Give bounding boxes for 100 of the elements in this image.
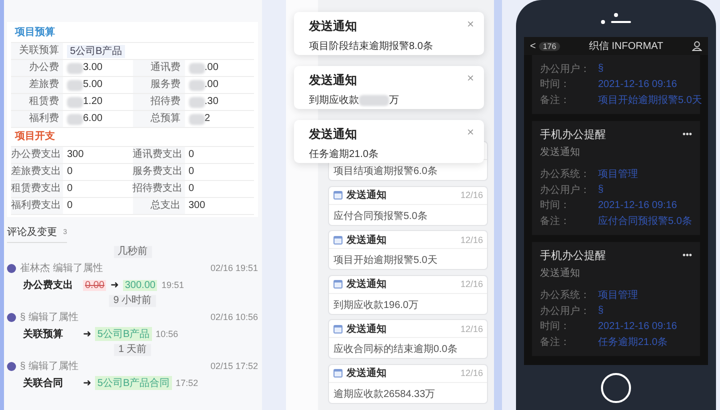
field-value: 0 — [188, 165, 194, 179]
field-value: .00 — [204, 61, 218, 75]
home-button[interactable] — [601, 373, 631, 403]
time-ago-chip: 9 小时前 — [109, 295, 156, 307]
card-message: 到期应收款196.0万 — [332, 298, 420, 312]
field-value: 300 — [67, 148, 84, 162]
message-title: 手机办公提醒 — [540, 128, 606, 142]
changed-field: 关联合同 — [23, 376, 79, 390]
field-value: 0 — [67, 199, 73, 213]
field-label: 福利费支出 — [11, 198, 63, 215]
field-label: 通讯费 — [132, 60, 184, 77]
linked-tag: 5公司B产品 — [67, 44, 126, 58]
unread-badge: 176 — [538, 42, 560, 50]
card-message: 项目结项逾期报警6.0条 — [332, 164, 438, 178]
field-value: 300 — [188, 199, 206, 213]
field-value: 任务逾期21.0条 — [598, 336, 668, 349]
activity-text: § 编辑了属性 — [20, 360, 80, 373]
activity-text: § 编辑了属性 — [20, 310, 80, 324]
time-ago-chip: 几秒前 — [114, 246, 152, 258]
field-value: 0 — [188, 148, 194, 162]
new-value: 300.00 — [122, 280, 158, 290]
field-value: § — [598, 63, 604, 74]
toast-title: 发送通知 — [309, 126, 357, 143]
field-value: § — [598, 184, 604, 196]
card-date: 12/16 — [460, 190, 483, 200]
field-label: 福利费 — [11, 111, 63, 128]
camera-icon — [614, 13, 618, 17]
field-value: .30 — [204, 95, 218, 109]
timestamp: 02/16 10:56 — [210, 312, 258, 322]
field-label: 服务费支出 — [132, 164, 184, 181]
message-subtitle: 发送通知 — [540, 146, 581, 158]
back-button[interactable]: < — [530, 40, 536, 52]
field-value: 0 — [67, 182, 73, 196]
field-label: 时间： — [540, 320, 571, 334]
field-label: 总预算 — [132, 111, 184, 128]
comments-tab[interactable]: 评论及变更 — [7, 225, 57, 239]
calendar-icon — [333, 190, 344, 200]
field-value: 项目管理 — [598, 168, 638, 182]
field-label: 关联预算 — [11, 43, 63, 60]
card-date: 12/16 — [460, 234, 483, 244]
timestamp: 02/16 19:51 — [210, 263, 258, 273]
toast-message: 到期应收款 — [309, 94, 359, 107]
timestamp: 10:56 — [156, 329, 178, 339]
section-title: 项目预算 — [14, 26, 56, 40]
field-label: 时间： — [540, 198, 571, 212]
field-value: 1.20 — [83, 95, 102, 109]
field-label: 办公用户： — [540, 62, 591, 76]
field-label: 办公系统： — [540, 168, 591, 182]
field-label: 招待费 — [132, 94, 184, 111]
speaker-icon — [601, 20, 631, 24]
timestamp: 02/15 17:52 — [210, 361, 258, 371]
field-value: 0 — [67, 165, 73, 179]
field-value: 2021-12-16 09:16 — [598, 78, 677, 90]
field-value: 项目管理 — [598, 289, 638, 302]
field-value: 3.00 — [83, 61, 102, 75]
arrow-icon: ➜ — [83, 378, 92, 388]
field-label: 总支出 — [132, 198, 184, 215]
card-message: 逾期应收款26584.33万 — [332, 388, 436, 400]
card-title: 发送通知 — [346, 366, 388, 380]
field-label: 办公费 — [11, 60, 63, 77]
card-message: 项目开始逾期报警5.0天 — [332, 254, 438, 267]
card-title: 发送通知 — [346, 188, 388, 202]
card-message: 应收合同标的结束逾期0.0条 — [332, 342, 458, 356]
card-date: 12/16 — [460, 368, 483, 378]
activity-text: 崔林杰 编辑了属性 — [20, 262, 104, 275]
field-label: 办公用户： — [540, 304, 591, 318]
toast-title: 发送通知 — [309, 72, 357, 89]
calendar-icon — [333, 368, 344, 378]
card-date: 12/16 — [460, 324, 483, 334]
calendar-icon — [333, 324, 344, 334]
card-message: 应付合同预报警5.0条 — [332, 210, 428, 222]
toast-message-end: 万 — [389, 94, 399, 107]
field-value: .00 — [204, 78, 218, 92]
timestamp: 17:52 — [176, 378, 198, 388]
field-value: 2021-12-16 09:16 — [598, 320, 677, 332]
app-title: 织信 INFORMAT — [588, 40, 664, 53]
field-value: 0 — [188, 182, 194, 196]
field-value: 项目开始逾期报警5.0天 — [598, 94, 702, 107]
field-label: 服务费 — [132, 77, 184, 94]
old-value: 0.00 — [83, 280, 106, 290]
field-label: 办公费支出 — [11, 147, 63, 164]
toast-message: 项目阶段结束逾期报警8.0条 — [309, 40, 433, 53]
card-date: 12/16 — [460, 279, 483, 289]
card-title: 发送通知 — [346, 278, 388, 291]
more-button[interactable]: ••• — [682, 129, 692, 139]
field-value: 2 — [204, 112, 210, 126]
card-title: 发送通知 — [346, 234, 388, 246]
user-icon[interactable] — [692, 41, 702, 51]
changed-field: 关联预算 — [23, 327, 79, 341]
field-label: 备注： — [540, 336, 571, 349]
new-value: 5公司B产品 — [95, 327, 152, 341]
toast-title: 发送通知 — [309, 18, 357, 35]
calendar-icon — [333, 279, 344, 289]
field-value: 6.00 — [83, 112, 102, 126]
field-value: 应付合同预报警5.0条 — [598, 214, 692, 228]
field-label: 租赁费支出 — [11, 181, 63, 198]
toast-message: 任务逾期21.0条 — [309, 148, 378, 161]
avatar — [7, 362, 16, 370]
more-button[interactable]: ••• — [682, 250, 692, 260]
avatar — [7, 264, 16, 272]
